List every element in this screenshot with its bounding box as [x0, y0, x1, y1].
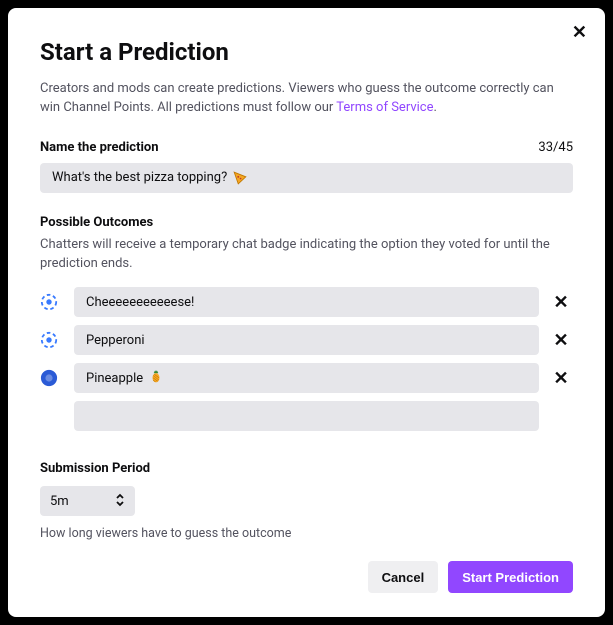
char-counter: 33/45: [538, 140, 573, 155]
outcome-row: Pepperoni ✕: [40, 325, 573, 355]
outcomes-label: Possible Outcomes: [40, 215, 573, 230]
close-icon[interactable]: ✕: [572, 22, 587, 43]
desc-text: Creators and mods can create predictions…: [40, 81, 554, 115]
outcome-input[interactable]: [74, 401, 539, 431]
cancel-button[interactable]: Cancel: [368, 561, 439, 593]
period-label: Submission Period: [40, 461, 573, 476]
prediction-name-input[interactable]: What's the best pizza topping?: [40, 163, 573, 193]
outcome-input[interactable]: Pineapple: [74, 363, 539, 393]
period-value: 5m: [50, 494, 69, 509]
outcome-badge-empty: [40, 407, 58, 425]
remove-outcome-icon[interactable]: ✕: [549, 292, 573, 313]
prediction-modal: ✕ Start a Prediction Creators and mods c…: [8, 8, 605, 617]
remove-outcome-icon[interactable]: ✕: [549, 330, 573, 351]
outcome-badge-icon: [40, 331, 58, 349]
period-helper: How long viewers have to guess the outco…: [40, 526, 573, 541]
outcome-row: Cheeeeeeeeeeese! ✕: [40, 287, 573, 317]
outcome-row: [40, 401, 573, 431]
pizza-icon: [233, 171, 247, 185]
start-prediction-button[interactable]: Start Prediction: [448, 561, 573, 593]
outcome-text: Pineapple: [86, 371, 143, 386]
period-select[interactable]: 5m: [40, 486, 135, 516]
desc-suffix: .: [434, 100, 437, 115]
modal-footer: Cancel Start Prediction: [40, 561, 573, 593]
remove-outcome-icon[interactable]: ✕: [549, 368, 573, 389]
outcome-badge-icon: [40, 369, 58, 387]
modal-description: Creators and mods can create predictions…: [40, 80, 573, 118]
name-label: Name the prediction: [40, 140, 159, 155]
terms-link[interactable]: Terms of Service: [336, 100, 433, 115]
outcome-input[interactable]: Cheeeeeeeeeeese!: [74, 287, 539, 317]
select-stepper-icon: [115, 493, 125, 509]
outcome-text: Pepperoni: [86, 333, 145, 348]
outcomes-desc: Chatters will receive a temporary chat b…: [40, 236, 573, 274]
outcome-badge-icon: [40, 293, 58, 311]
outcome-text: Cheeeeeeeeeeese!: [86, 295, 194, 310]
modal-title: Start a Prediction: [40, 38, 573, 66]
pineapple-icon: [149, 369, 163, 387]
outcome-row: Pineapple ✕: [40, 363, 573, 393]
name-input-text: What's the best pizza topping?: [52, 170, 227, 185]
outcome-input[interactable]: Pepperoni: [74, 325, 539, 355]
